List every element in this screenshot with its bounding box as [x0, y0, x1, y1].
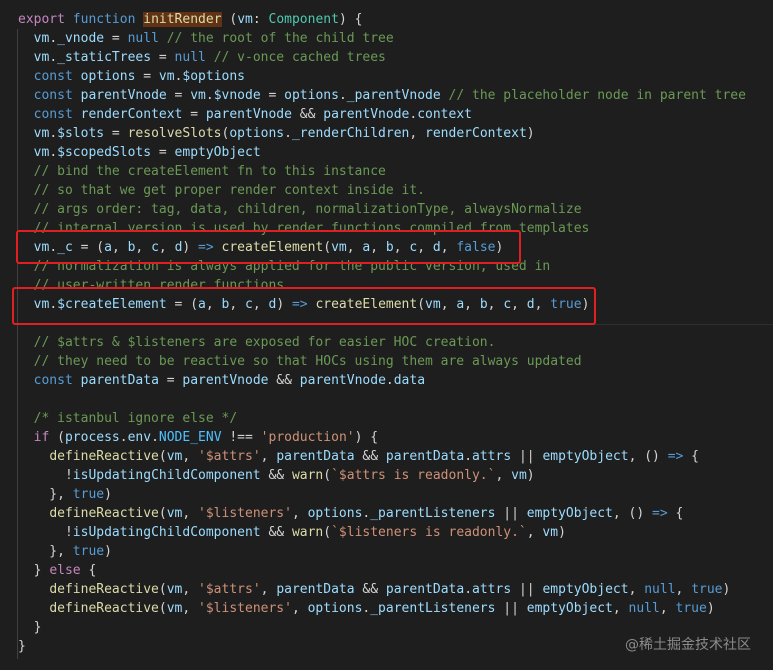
code-text: // $attrs & $listeners are exposed for e… — [33, 335, 496, 350]
code-text: const options = vm.$options — [33, 69, 246, 84]
code-text: // they need to be reactive so that HOCs… — [33, 354, 582, 369]
code-text: const parentVnode = vm.$vnode = options.… — [33, 88, 746, 103]
code-text: vm._staticTrees = null // v-once cached … — [33, 50, 386, 65]
watermark: @稀土掘金技术社区 — [625, 637, 751, 653]
code-text: defineReactive(vm, '$attrs', parentData … — [49, 449, 700, 464]
code-text: defineReactive(vm, '$attrs', parentData … — [49, 582, 731, 597]
code-text: vm.$scopedSlots = emptyObject — [33, 145, 261, 160]
code-text: if (process.env.NODE_ENV !== 'production… — [33, 430, 379, 445]
code-text: vm.$slots = resolveSlots(options._render… — [33, 126, 535, 141]
code-text: const renderContext = parentVnode && par… — [33, 107, 472, 122]
code-text: !isUpdatingChildComponent && warn(`$attr… — [18, 468, 535, 483]
code-text: } else { — [18, 563, 97, 578]
code-text: }, true) — [18, 544, 112, 559]
code-text: /* istanbul ignore else */ — [33, 411, 238, 426]
code-text: // so that we get proper render context … — [33, 183, 425, 198]
highlight-box-vm-c — [16, 230, 521, 264]
code-editor[interactable]: export function initRender (vm: Componen… — [0, 0, 773, 670]
code-text: export function initRender (vm: Componen… — [18, 12, 363, 27]
code-text: } — [18, 620, 42, 635]
code-text: }, true) — [18, 487, 112, 502]
code-text: const parentData = parentVnode && parent… — [33, 373, 426, 388]
code-text: vm._vnode = null // the root of the chil… — [33, 31, 394, 46]
highlight-box-vm-createElement — [12, 287, 596, 325]
code-text: } — [18, 639, 26, 654]
code-text: defineReactive(vm, '$listeners', options… — [49, 601, 715, 616]
code-text: // bind the createElement fn to this ins… — [33, 164, 386, 179]
code-text: defineReactive(vm, '$listeners', options… — [49, 506, 684, 521]
code-text: // args order: tag, data, children, norm… — [33, 202, 582, 217]
code-text: !isUpdatingChildComponent && warn(`$list… — [18, 525, 566, 540]
